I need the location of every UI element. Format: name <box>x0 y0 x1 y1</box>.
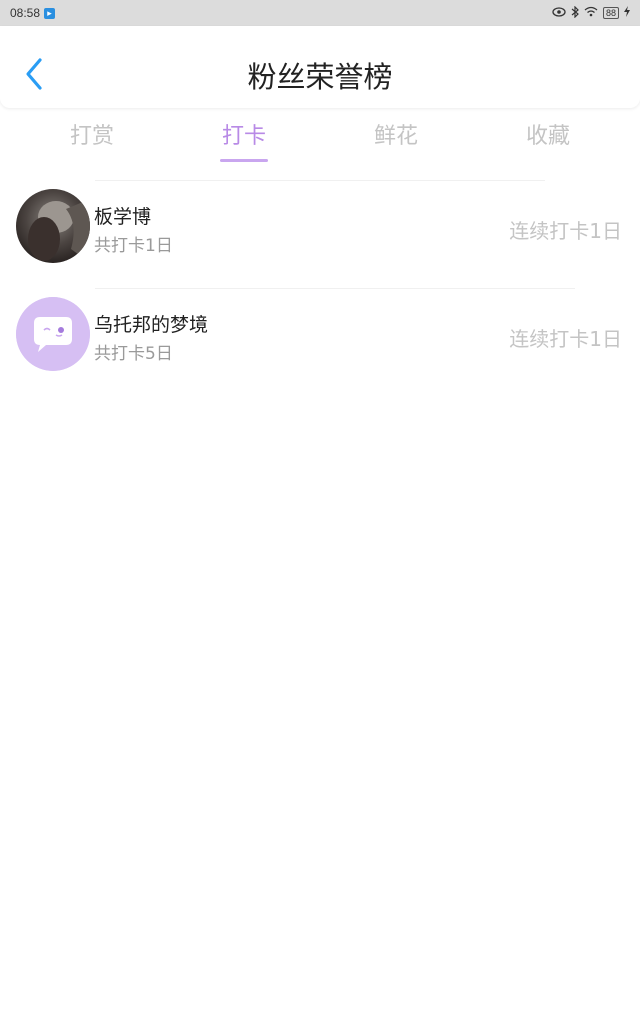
bluetooth-icon <box>571 5 579 21</box>
list-item[interactable]: 板学博 共打卡1日 连续打卡1日 <box>0 184 640 270</box>
avatar <box>16 189 90 263</box>
total-checkins: 共打卡5日 <box>94 344 173 364</box>
status-time: 08:58 <box>10 6 41 20</box>
wifi-icon <box>584 6 598 20</box>
list-item[interactable]: 乌托邦的梦境 共打卡5日 连续打卡1日 <box>0 292 640 378</box>
total-checkins: 共打卡1日 <box>94 236 173 256</box>
chat-bubble-icon <box>16 297 90 371</box>
status-bar: 08:58 ▸ 88 <box>0 0 640 26</box>
list-divider <box>95 180 545 181</box>
charging-icon <box>624 6 630 20</box>
streak-checkins: 连续打卡1日 <box>509 219 622 243</box>
tab-reward[interactable]: 打赏 <box>42 118 142 150</box>
page-title: 粉丝荣誉榜 <box>247 60 393 94</box>
tab-favorites[interactable]: 收藏 <box>498 118 598 150</box>
tab-checkin[interactable]: 打卡 <box>194 118 294 150</box>
avatar <box>16 297 90 371</box>
eye-icon <box>552 6 566 20</box>
streak-checkins: 连续打卡1日 <box>509 327 622 351</box>
tab-bar: 打赏 打卡 鲜花 收藏 <box>0 108 640 168</box>
active-tab-indicator <box>220 159 268 162</box>
fan-name: 板学博 <box>94 206 152 228</box>
tab-flowers[interactable]: 鲜花 <box>346 118 446 150</box>
status-bar-right: 88 <box>552 5 630 21</box>
fan-name: 乌托邦的梦境 <box>94 314 209 336</box>
battery-indicator: 88 <box>602 7 619 19</box>
header-bar: 粉丝荣誉榜 <box>0 26 640 108</box>
app-notification-icon: ▸ <box>44 7 56 19</box>
list-divider <box>95 288 575 289</box>
status-bar-left: 08:58 ▸ <box>10 6 56 20</box>
